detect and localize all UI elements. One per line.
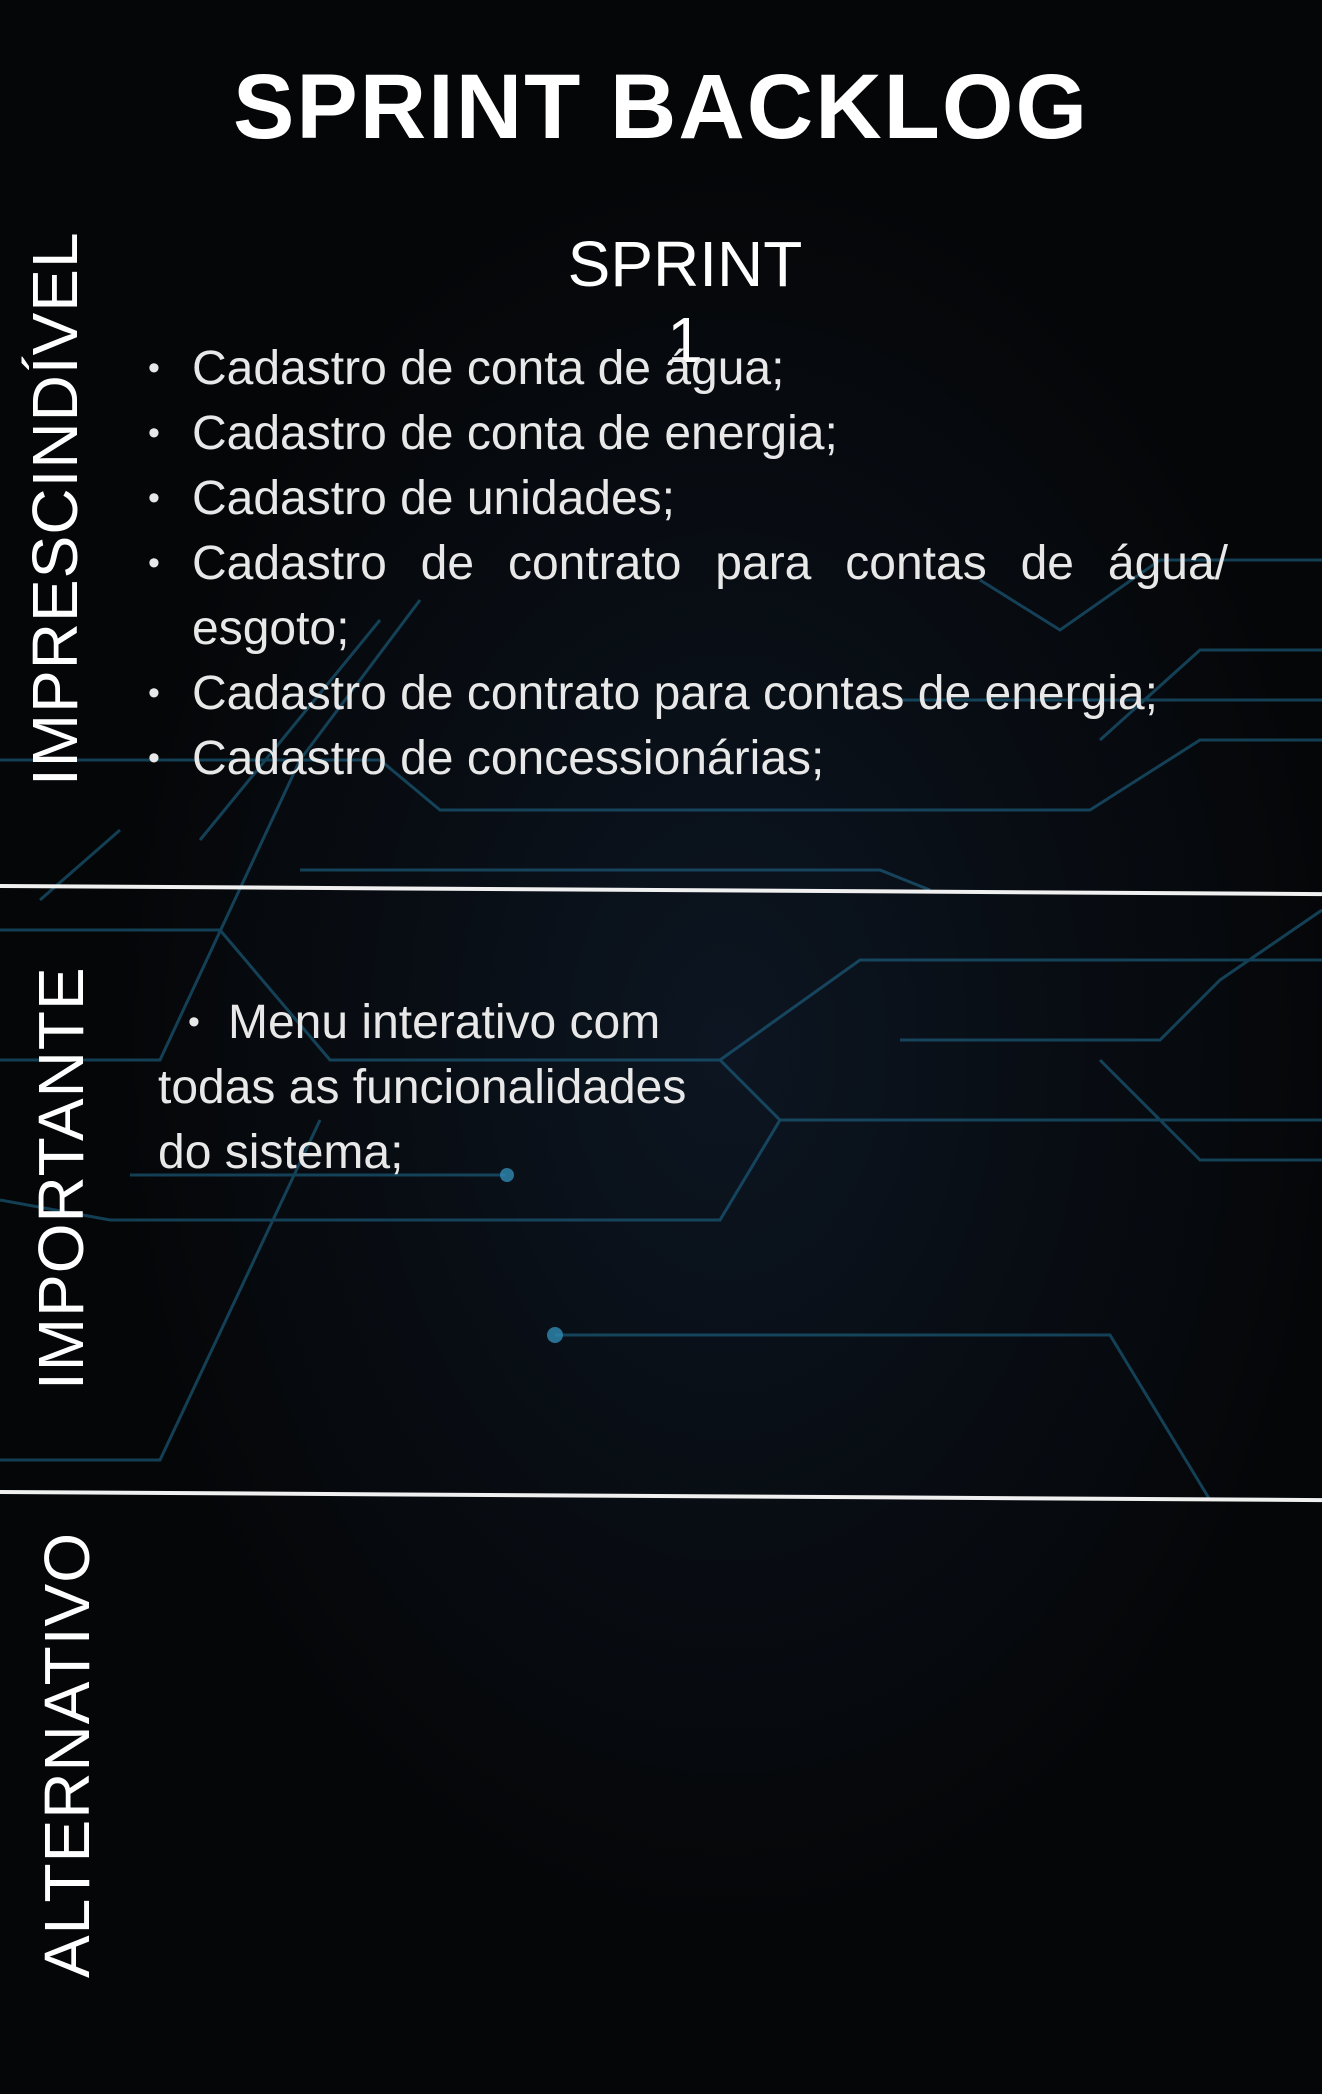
list-item: Cadastro de conta de água;: [148, 336, 1228, 401]
sprint-backlog-page: SPRINT BACKLOG SPRINT 1 IMPRESCINDÍVEL C…: [0, 0, 1322, 2094]
bullet-icon: •: [188, 1003, 200, 1041]
section-label-alternativo: ALTERNATIVO: [31, 1531, 103, 1978]
page-title: SPRINT BACKLOG: [233, 56, 1089, 158]
section-label-importante: IMPORTANTE: [25, 966, 97, 1390]
list-item: Cadastro de unidades;: [148, 466, 1228, 531]
importante-item-text: Menu interativo com todas as funcionalid…: [158, 996, 687, 1179]
importante-item: • Menu interativo com todas as funcionali…: [158, 990, 718, 1185]
list-item: Cadastro de contrato para contas de água…: [148, 531, 1228, 661]
section-label-imprescindivel: IMPRESCINDÍVEL: [19, 231, 91, 786]
list-item: Cadastro de contrato para contas de ener…: [148, 661, 1228, 726]
list-item: Cadastro de conta de energia;: [148, 401, 1228, 466]
list-item: Cadastro de concessionárias;: [148, 726, 1228, 791]
imprescindivel-list: Cadastro de conta de água; Cadastro de c…: [148, 336, 1228, 791]
